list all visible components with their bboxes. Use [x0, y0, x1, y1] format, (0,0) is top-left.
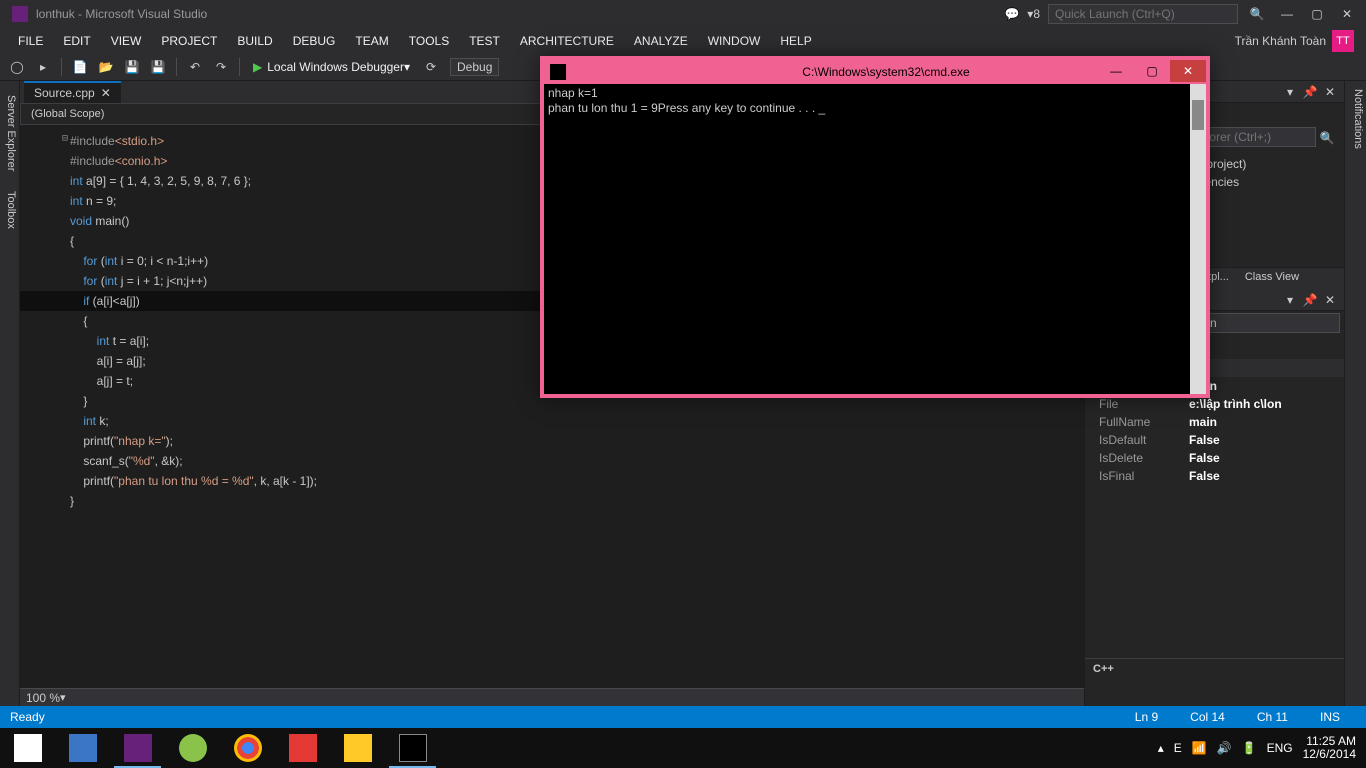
- menu-test[interactable]: TEST: [459, 31, 510, 51]
- play-icon: ▶: [253, 60, 262, 74]
- cmd-icon: [399, 734, 427, 762]
- cmd-output[interactable]: nhap k=1 phan tu lon thu 1 = 9Press any …: [544, 84, 1206, 394]
- taskbar-vs[interactable]: [110, 728, 165, 768]
- menu-project[interactable]: PROJECT: [151, 31, 227, 51]
- quick-launch-input[interactable]: [1048, 4, 1238, 24]
- minimize-button[interactable]: —: [1272, 0, 1302, 28]
- status-col: Col 14: [1190, 710, 1225, 724]
- status-line: Ln 9: [1135, 710, 1158, 724]
- menu-team[interactable]: TEAM: [345, 31, 398, 51]
- save-icon[interactable]: 💾: [121, 56, 143, 78]
- cmd-close-button[interactable]: ✕: [1170, 60, 1206, 82]
- menu-analyze[interactable]: ANALYZE: [624, 31, 698, 51]
- panel-close-icon[interactable]: ✕: [1322, 292, 1338, 308]
- start-button[interactable]: [0, 728, 55, 768]
- vs-icon: [124, 734, 152, 762]
- prop-description: C++: [1085, 658, 1344, 706]
- cmd-icon: [550, 64, 566, 80]
- volume-icon[interactable]: 🔊: [1217, 741, 1232, 755]
- folder-icon: [344, 734, 372, 762]
- refresh-icon[interactable]: ⟳: [420, 56, 442, 78]
- language-indicator[interactable]: ENG: [1267, 741, 1293, 755]
- editor-tab-source[interactable]: Source.cpp ✕: [24, 81, 121, 103]
- nav-back-icon[interactable]: ◯: [6, 56, 28, 78]
- zoom-level[interactable]: 100 % ▾: [20, 688, 1084, 706]
- cmd-titlebar[interactable]: C:\Windows\system32\cmd.exe — ▢ ✕: [544, 60, 1206, 84]
- status-ready: Ready: [10, 710, 45, 724]
- notifications-tab[interactable]: Notifications: [1344, 81, 1366, 706]
- cmd-minimize-button[interactable]: —: [1098, 60, 1134, 82]
- config-select[interactable]: Debug: [450, 58, 499, 76]
- undo-icon[interactable]: ↶: [184, 56, 206, 78]
- search-icon[interactable]: 🔍: [1316, 127, 1338, 149]
- status-ins: INS: [1320, 710, 1340, 724]
- search-icon[interactable]: 🔍: [1242, 0, 1272, 28]
- pin-icon[interactable]: 📌: [1302, 292, 1318, 308]
- taskbar-app[interactable]: [275, 728, 330, 768]
- maximize-button[interactable]: ▢: [1302, 0, 1332, 28]
- chrome-icon: [234, 734, 262, 762]
- panel-menu-icon[interactable]: ▾: [1282, 84, 1298, 100]
- titlebar: lonthuk - Microsoft Visual Studio 💬 ▾8 🔍…: [0, 0, 1366, 28]
- taskbar-app[interactable]: [165, 728, 220, 768]
- cmd-maximize-button[interactable]: ▢: [1134, 60, 1170, 82]
- panel-menu-icon[interactable]: ▾: [1282, 292, 1298, 308]
- open-icon[interactable]: 📂: [95, 56, 117, 78]
- system-tray: ▴ E 📶 🔊 🔋 ENG 11:25 AM 12/6/2014: [1148, 735, 1366, 761]
- save-all-icon[interactable]: 💾: [147, 56, 169, 78]
- vs-logo-icon: [12, 6, 28, 22]
- tab-label: Source.cpp: [34, 86, 95, 100]
- menu-tools[interactable]: TOOLS: [399, 31, 459, 51]
- taskbar-cmd[interactable]: [385, 728, 440, 768]
- app-icon: [69, 734, 97, 762]
- prop-row: FullNamemain: [1085, 413, 1344, 431]
- taskbar-chrome[interactable]: [220, 728, 275, 768]
- app-icon: [179, 734, 207, 762]
- tray-icon[interactable]: E: [1174, 741, 1182, 755]
- menu-edit[interactable]: EDIT: [53, 31, 100, 51]
- signed-in-user[interactable]: Trần Khánh Toàn: [1235, 34, 1326, 48]
- toolbox-tab[interactable]: Toolbox: [0, 185, 19, 235]
- user-avatar[interactable]: TT: [1332, 30, 1354, 52]
- menu-file[interactable]: FILE: [8, 31, 53, 51]
- menu-help[interactable]: HELP: [770, 31, 821, 51]
- close-button[interactable]: ✕: [1332, 0, 1362, 28]
- window-title: lonthuk - Microsoft Visual Studio: [36, 7, 207, 21]
- panel-close-icon[interactable]: ✕: [1322, 84, 1338, 100]
- start-debug-button[interactable]: ▶Local Windows Debugger ▾: [247, 60, 416, 74]
- windows-icon: [14, 734, 42, 762]
- taskbar-app[interactable]: [55, 728, 110, 768]
- cmd-window[interactable]: C:\Windows\system32\cmd.exe — ▢ ✕ nhap k…: [540, 56, 1210, 398]
- server-explorer-tab[interactable]: Server Explorer: [0, 89, 19, 177]
- menu-view[interactable]: VIEW: [101, 31, 152, 51]
- status-bar: Ready Ln 9 Col 14 Ch 11 INS: [0, 706, 1366, 728]
- menu-architecture[interactable]: ARCHITECTURE: [510, 31, 624, 51]
- taskbar: ▴ E 📶 🔊 🔋 ENG 11:25 AM 12/6/2014: [0, 728, 1366, 768]
- tab-class-view[interactable]: Class View: [1237, 268, 1307, 289]
- close-tab-icon[interactable]: ✕: [101, 86, 111, 100]
- cmd-scrollbar[interactable]: [1190, 84, 1206, 394]
- new-project-icon[interactable]: 📄: [69, 56, 91, 78]
- notification-badge[interactable]: ▾8: [1027, 7, 1040, 21]
- app-icon: [289, 734, 317, 762]
- menu-window[interactable]: WINDOW: [698, 31, 771, 51]
- prop-row: IsDefaultFalse: [1085, 431, 1344, 449]
- prop-row: IsDeleteFalse: [1085, 449, 1344, 467]
- menu-build[interactable]: BUILD: [227, 31, 282, 51]
- menubar: FILE EDIT VIEW PROJECT BUILD DEBUG TEAM …: [0, 28, 1366, 53]
- menu-debug[interactable]: DEBUG: [283, 31, 346, 51]
- left-tool-tabs: Server Explorer Toolbox: [0, 81, 20, 706]
- nav-fwd-icon[interactable]: ▸: [32, 56, 54, 78]
- outline-toggle-icon[interactable]: ⊟: [62, 133, 68, 144]
- redo-icon[interactable]: ↷: [210, 56, 232, 78]
- feedback-icon[interactable]: 💬: [997, 0, 1027, 28]
- taskbar-explorer[interactable]: [330, 728, 385, 768]
- status-ch: Ch 11: [1257, 710, 1288, 724]
- prop-row: IsFinalFalse: [1085, 467, 1344, 485]
- pin-icon[interactable]: 📌: [1302, 84, 1318, 100]
- battery-icon[interactable]: 🔋: [1242, 741, 1257, 755]
- clock[interactable]: 11:25 AM 12/6/2014: [1303, 735, 1356, 761]
- network-icon[interactable]: 📶: [1192, 741, 1207, 755]
- tray-chevron-icon[interactable]: ▴: [1158, 741, 1164, 755]
